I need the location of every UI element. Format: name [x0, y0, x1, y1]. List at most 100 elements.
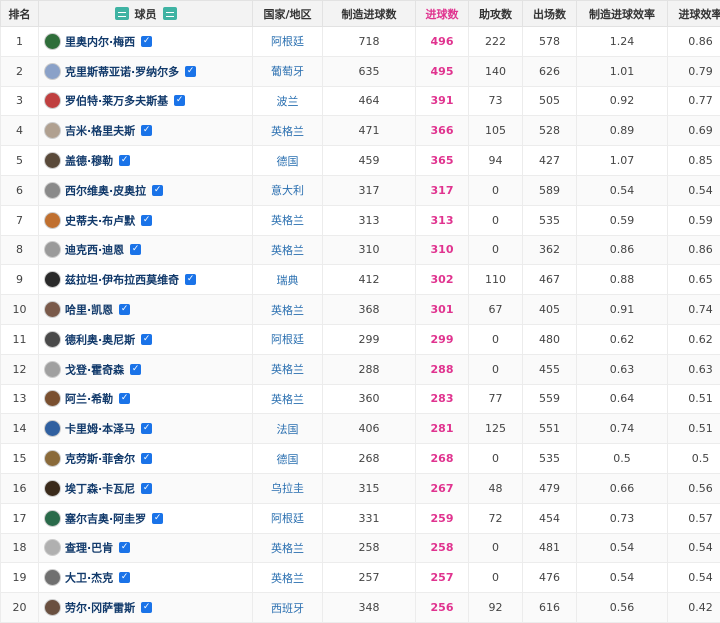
player-avatar[interactable] [44, 479, 61, 497]
table-row[interactable]: 8 迪克西·迪恩 ✓ 英格兰 310 310 0 362 0.86 0.86 [0, 234, 720, 266]
player-name-link[interactable]: 大卫·杰克 [65, 572, 113, 585]
table-row[interactable]: 9 兹拉坦·伊布拉西莫维奇 ✓ 瑞典 412 302 110 467 0.88 0.65 [0, 264, 720, 296]
country-cell: 乌拉圭 [252, 472, 323, 504]
player-name-link[interactable]: 迪克西·迪恩 [65, 244, 124, 257]
player-name-link[interactable]: 吉米·格里夫斯 [65, 125, 135, 138]
player-name-link[interactable]: 克里斯蒂亚诺·罗纳尔多 [65, 65, 179, 78]
player-name-link[interactable]: 劳尔·冈萨雷斯 [65, 602, 135, 615]
assists-cell: 77 [468, 383, 523, 415]
player-name-link[interactable]: 盖德·穆勒 [65, 155, 113, 168]
player-name-link[interactable]: 兹拉坦·伊布拉西莫维奇 [65, 274, 179, 287]
table-row[interactable]: 5 盖德·穆勒 ✓ 德国 459 365 94 427 1.07 0.85 [0, 145, 720, 176]
header-goal-rate[interactable]: 进球效率 [667, 0, 720, 27]
table-row[interactable]: 7 史蒂夫·布卢默 ✓ 英格兰 313 313 0 535 0.59 0.59 [0, 204, 720, 236]
table-row[interactable]: 3 罗伯特·莱万多夫斯基 ✓ 波兰 464 391 73 505 0.92 0.77 [0, 85, 720, 117]
list-icon[interactable] [162, 7, 177, 20]
table-row[interactable]: 17 塞尔吉奥·阿圭罗 ✓ 阿根廷 331 259 72 454 0.73 0.57 [0, 502, 720, 534]
header-created-goals[interactable]: 制造进球数 [322, 0, 416, 27]
header-assists[interactable]: 助攻数 [468, 0, 523, 27]
player-avatar[interactable] [44, 271, 61, 289]
table-row[interactable]: 6 西尔维奥·皮奥拉 ✓ 意大利 317 317 0 589 0.54 0.54 [0, 174, 720, 206]
appearances-cell: 405 [522, 294, 577, 325]
player-name-link[interactable]: 罗伯特·莱万多夫斯基 [65, 95, 168, 108]
list-icon[interactable] [114, 7, 129, 20]
goal-rate-cell: 0.79 [667, 55, 720, 87]
created-goals-cell: 299 [322, 323, 416, 355]
goals-cell: 288 [415, 353, 469, 385]
player-name-link[interactable]: 塞尔吉奥·阿圭罗 [65, 512, 146, 525]
player-name-link[interactable]: 德利奥·奥尼斯 [65, 333, 135, 346]
player-name-link[interactable]: 戈登·霍奇森 [65, 363, 124, 376]
created-rate-cell: 0.56 [576, 592, 668, 623]
header-player[interactable]: 球员 [38, 0, 253, 27]
created-goals-cell: 368 [322, 294, 416, 325]
player-avatar[interactable] [44, 181, 61, 199]
player-cell: 戈登·霍奇森 ✓ [38, 353, 253, 385]
rank-cell: 11 [0, 323, 39, 355]
player-avatar[interactable] [44, 330, 61, 348]
header-created-rate[interactable]: 制造进球效率 [576, 0, 668, 27]
created-goals-cell: 635 [322, 55, 416, 87]
goals-cell: 258 [415, 532, 469, 564]
created-rate-cell: 1.01 [576, 55, 668, 87]
player-avatar[interactable] [44, 450, 61, 468]
verified-check-icon: ✓ [141, 333, 153, 345]
player-avatar[interactable] [44, 122, 61, 140]
created-rate-cell: 0.54 [576, 532, 668, 564]
header-country[interactable]: 国家/地区 [252, 0, 323, 27]
table-row[interactable]: 13 阿兰·希勒 ✓ 英格兰 360 283 77 559 0.64 0.51 [0, 383, 720, 415]
table-row[interactable]: 1 里奥内尔·梅西 ✓ 阿根廷 718 496 222 578 1.24 0.86 [0, 26, 720, 57]
player-avatar[interactable] [44, 92, 61, 110]
table-row[interactable]: 12 戈登·霍奇森 ✓ 英格兰 288 288 0 455 0.63 0.63 [0, 353, 720, 385]
player-avatar[interactable] [44, 599, 61, 617]
table-row[interactable]: 4 吉米·格里夫斯 ✓ 英格兰 471 366 105 528 0.89 0.69 [0, 115, 720, 147]
player-name-link[interactable]: 史蒂夫·布卢默 [65, 214, 135, 227]
player-cell: 兹拉坦·伊布拉西莫维奇 ✓ [38, 264, 253, 296]
player-avatar[interactable] [44, 539, 61, 557]
player-name-link[interactable]: 哈里·凯恩 [65, 304, 113, 317]
player-cell: 罗伯特·莱万多夫斯基 ✓ [38, 85, 253, 117]
player-avatar[interactable] [44, 509, 61, 527]
assists-cell: 0 [468, 443, 523, 474]
table-row[interactable]: 18 查理·巴肯 ✓ 英格兰 258 258 0 481 0.54 0.54 [0, 532, 720, 564]
goal-rate-cell: 0.62 [667, 323, 720, 355]
player-avatar[interactable] [44, 360, 61, 378]
table-row[interactable]: 19 大卫·杰克 ✓ 英格兰 257 257 0 476 0.54 0.54 [0, 562, 720, 594]
player-name-link[interactable]: 西尔维奥·皮奥拉 [65, 184, 146, 197]
header-rank[interactable]: 排名 [0, 0, 39, 27]
country-cell: 法国 [252, 413, 323, 445]
table-row[interactable]: 2 克里斯蒂亚诺·罗纳尔多 ✓ 葡萄牙 635 495 140 626 1.01 0.79 [0, 55, 720, 87]
created-goals-cell: 331 [322, 502, 416, 534]
table-row[interactable]: 10 哈里·凯恩 ✓ 英格兰 368 301 67 405 0.91 0.74 [0, 294, 720, 325]
player-avatar[interactable] [44, 390, 61, 408]
table-row[interactable]: 11 德利奥·奥尼斯 ✓ 阿根廷 299 299 0 480 0.62 0.62 [0, 323, 720, 355]
goals-cell: 256 [415, 592, 469, 623]
player-avatar[interactable] [44, 569, 61, 587]
created-rate-cell: 0.88 [576, 264, 668, 296]
player-cell: 查理·巴肯 ✓ [38, 532, 253, 564]
player-name-link[interactable]: 查理·巴肯 [65, 542, 113, 555]
player-avatar[interactable] [44, 62, 61, 80]
player-name-link[interactable]: 埃丁森·卡瓦尼 [65, 482, 135, 495]
verified-check-icon: ✓ [119, 304, 131, 316]
player-avatar[interactable] [44, 152, 61, 170]
goal-rate-cell: 0.69 [667, 115, 720, 147]
created-rate-cell: 0.73 [576, 502, 668, 534]
player-avatar[interactable] [44, 241, 61, 259]
player-avatar[interactable] [44, 32, 61, 50]
table-row[interactable]: 20 劳尔·冈萨雷斯 ✓ 西班牙 348 256 92 616 0.56 0.42 [0, 592, 720, 623]
table-row[interactable]: 16 埃丁森·卡瓦尼 ✓ 乌拉圭 315 267 48 479 0.66 0.56 [0, 472, 720, 504]
table-row[interactable]: 14 卡里姆·本泽马 ✓ 法国 406 281 125 551 0.74 0.51 [0, 413, 720, 445]
created-goals-cell: 348 [322, 592, 416, 623]
created-goals-cell: 360 [322, 383, 416, 415]
player-avatar[interactable] [44, 301, 61, 319]
table-row[interactable]: 15 克劳斯·菲舍尔 ✓ 德国 268 268 0 535 0.5 0.5 [0, 443, 720, 474]
player-name-link[interactable]: 克劳斯·菲舍尔 [65, 453, 135, 466]
header-appearances[interactable]: 出场数 [522, 0, 577, 27]
player-avatar[interactable] [44, 211, 61, 229]
header-goals[interactable]: 进球数 [415, 0, 469, 27]
player-name-link[interactable]: 阿兰·希勒 [65, 393, 113, 406]
player-name-link[interactable]: 里奥内尔·梅西 [65, 35, 135, 48]
player-avatar[interactable] [44, 420, 61, 438]
player-name-link[interactable]: 卡里姆·本泽马 [65, 423, 135, 436]
